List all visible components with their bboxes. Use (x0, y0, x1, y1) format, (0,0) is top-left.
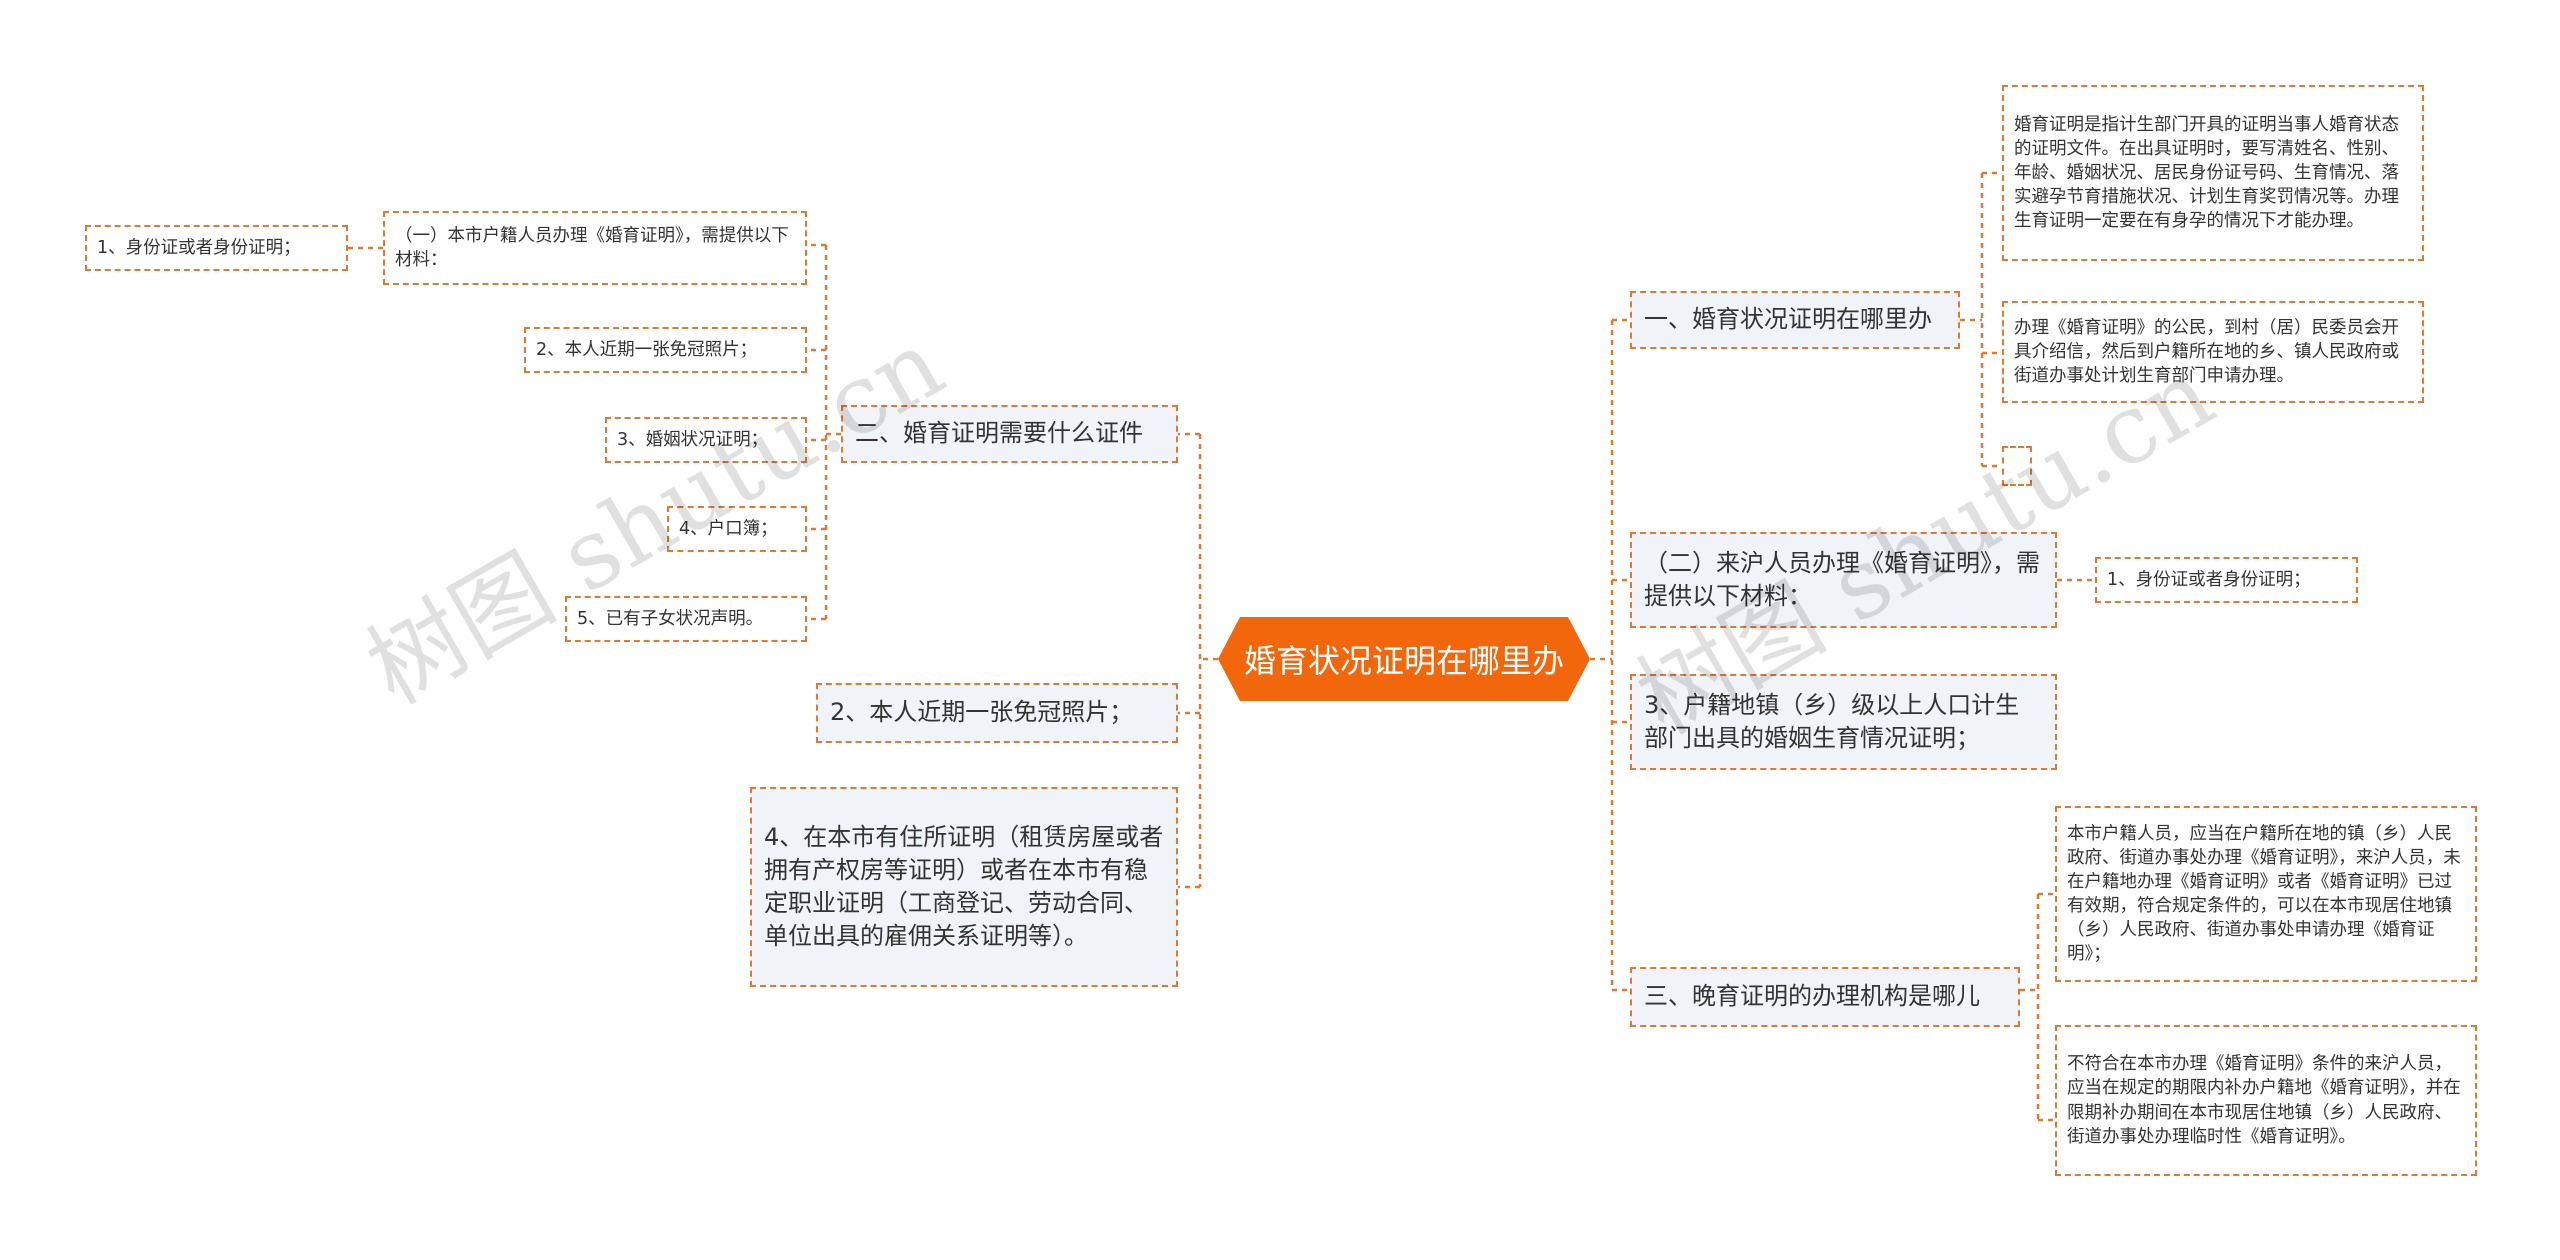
photo-big-node[interactable]: 2、本人近期一张免冠照片； (816, 683, 1178, 743)
local-children-label: 5、已有子女状况声明。 (577, 608, 764, 629)
local-hukou-label: 4、户口簿； (679, 518, 778, 539)
local-id-card-node[interactable]: 1、身份证或者身份证明； (85, 225, 348, 271)
agency-label: 三、晚育证明的办理机构是哪儿 (1644, 982, 1980, 1011)
where-desc1-label: 婚育证明是指计生部门开具的证明当事人婚育状态的证明文件。在出具证明时，要写清姓名… (2014, 114, 2399, 232)
where-node[interactable]: 一、婚育状况证明在哪里办 (1630, 291, 1960, 349)
migrant-node[interactable]: （二）来沪人员办理《婚育证明》，需提供以下材料： (1630, 532, 2057, 628)
root-label: 婚育状况证明在哪里办 (1243, 642, 1564, 680)
agency-node[interactable]: 三、晚育证明的办理机构是哪儿 (1630, 967, 2020, 1027)
local-photo-node[interactable]: 2、本人近期一张免冠照片； (524, 327, 807, 373)
local-marital-label: 3、婚姻状况证明； (617, 429, 769, 450)
photo-big-label: 2、本人近期一张免冠照片； (830, 698, 1134, 727)
hometown-cert-node[interactable]: 3、户籍地镇（乡）级以上人口计生部门出具的婚姻生育情况证明； (1630, 674, 2057, 770)
local-children-node[interactable]: 5、已有子女状况声明。 (565, 596, 807, 642)
where-desc2-label: 办理《婚育证明》的公民，到村（居）民委员会开具介绍信，然后到户籍所在地的乡、镇人… (2014, 317, 2399, 387)
migrant-id-card-label: 1、身份证或者身份证明； (2107, 569, 2311, 590)
local-photo-label: 2、本人近期一张免冠照片； (536, 339, 758, 360)
agency-desc2-label: 不符合在本市办理《婚育证明》条件的来沪人员，应当在规定的期限内补办户籍地《婚育证… (2067, 1054, 2461, 1147)
migrant-id-card-node[interactable]: 1、身份证或者身份证明； (2095, 557, 2358, 603)
local-marital-node[interactable]: 3、婚姻状况证明； (605, 417, 807, 463)
root-node[interactable]: 婚育状况证明在哪里办 (1218, 617, 1590, 701)
local-hukou-node[interactable]: 4、户口簿； (667, 506, 807, 552)
sub-local-node[interactable]: （一）本市户籍人员办理《婚育证明》，需提供以下材料： (383, 211, 807, 285)
branch-docs-label: 二、婚育证明需要什么证件 (855, 419, 1143, 448)
where-desc1-node[interactable]: 婚育证明是指计生部门开具的证明当事人婚育状态的证明文件。在出具证明时，要写清姓名… (2002, 85, 2424, 261)
mind-map-canvas: 婚育状况证明在哪里办 二、婚育证明需要什么证件 （一）本市户籍人员办理《婚育证明… (0, 0, 2560, 1260)
where-empty-node[interactable] (2002, 446, 2032, 486)
where-label: 一、婚育状况证明在哪里办 (1644, 305, 1932, 334)
residence-label: 4、在本市有住所证明（租赁房屋或者拥有产权房等证明）或者在本市有稳定职业证明（工… (764, 822, 1164, 951)
agency-desc2-node[interactable]: 不符合在本市办理《婚育证明》条件的来沪人员，应当在规定的期限内补办户籍地《婚育证… (2055, 1025, 2477, 1176)
agency-desc1-node[interactable]: 本市户籍人员，应当在户籍所在地的镇（乡）人民政府、街道办事处办理《婚育证明》，来… (2055, 806, 2477, 982)
residence-node[interactable]: 4、在本市有住所证明（租赁房屋或者拥有产权房等证明）或者在本市有稳定职业证明（工… (750, 787, 1178, 987)
branch-docs-node[interactable]: 二、婚育证明需要什么证件 (841, 405, 1178, 463)
local-id-card-label: 1、身份证或者身份证明； (97, 237, 301, 258)
where-desc2-node[interactable]: 办理《婚育证明》的公民，到村（居）民委员会开具介绍信，然后到户籍所在地的乡、镇人… (2002, 301, 2424, 403)
agency-desc1-label: 本市户籍人员，应当在户籍所在地的镇（乡）人民政府、街道办事处办理《婚育证明》，来… (2067, 823, 2461, 965)
hometown-cert-label: 3、户籍地镇（乡）级以上人口计生部门出具的婚姻生育情况证明； (1644, 690, 2020, 752)
migrant-label: （二）来沪人员办理《婚育证明》，需提供以下材料： (1644, 548, 2040, 610)
sub-local-label: （一）本市户籍人员办理《婚育证明》，需提供以下材料： (395, 225, 789, 270)
